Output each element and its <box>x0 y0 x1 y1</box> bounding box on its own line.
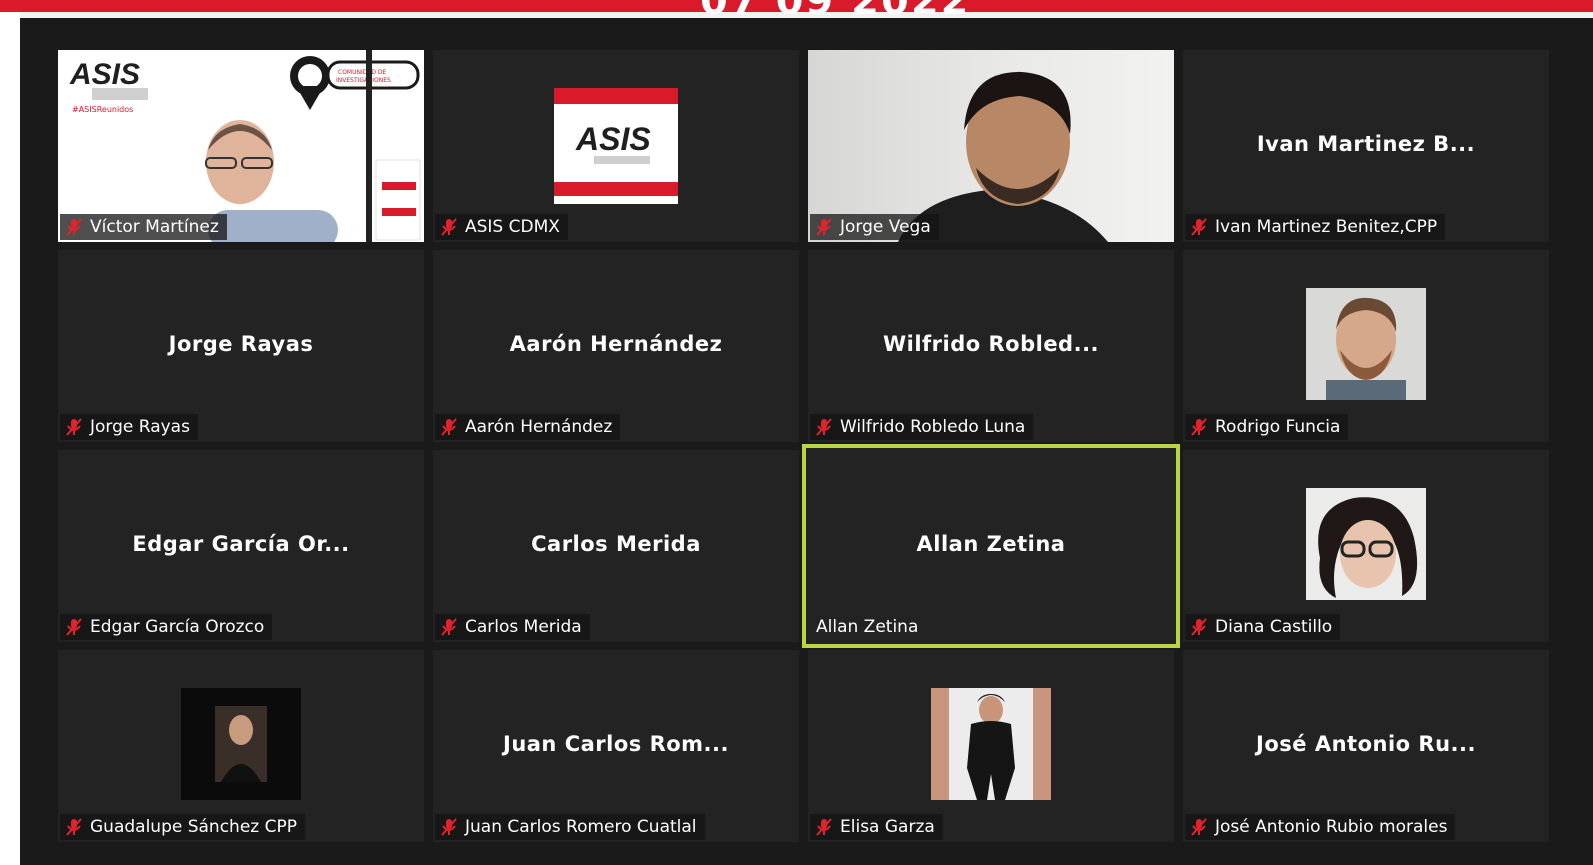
svg-text:ASIS: ASIS <box>69 58 140 91</box>
avatar <box>1306 288 1426 400</box>
participant-name-tag: Elisa Garza <box>810 814 943 840</box>
participant-tile-aaron-hernandez[interactable]: Aarón Hernández Aarón Hernández <box>433 250 799 442</box>
participant-name-tag: Edgar García Orozco <box>60 614 273 640</box>
participant-tile-rodrigo-funcia[interactable]: Rodrigo Funcia <box>1183 250 1549 442</box>
participant-name: ASIS CDMX <box>465 217 560 237</box>
participant-name: Diana Castillo <box>1215 617 1333 637</box>
muted-mic-icon <box>816 818 832 836</box>
participant-display-name: Edgar García Or... <box>132 532 350 556</box>
gallery-view: ASIS #ASISReunidos COMUNIDAD DE INVESTIG… <box>20 18 1593 865</box>
participant-tile-ivan-martinez[interactable]: Ivan Martinez B... Ivan Martinez Benitez… <box>1183 50 1549 242</box>
participant-name-tag: José Antonio Rubio morales <box>1185 814 1456 840</box>
avatar <box>931 688 1051 800</box>
avatar <box>181 688 301 800</box>
profile-photo <box>1306 288 1426 400</box>
participant-tile-wilfrido-robledo[interactable]: Wilfrido Robled... Wilfrido Robledo Luna <box>808 250 1174 442</box>
participant-tile-guadalupe-sanchez[interactable]: Guadalupe Sánchez CPP <box>58 650 424 842</box>
profile-photo <box>1306 488 1426 600</box>
participant-name-tag: Juan Carlos Romero Cuatlal <box>435 814 705 840</box>
participant-display-name: Jorge Rayas <box>168 332 314 356</box>
profile-photo <box>181 688 301 800</box>
avatar <box>1306 488 1426 600</box>
participant-display-name: Carlos Merida <box>531 532 701 556</box>
muted-mic-icon <box>66 418 82 436</box>
participant-name: Jorge Rayas <box>90 417 190 437</box>
participant-name: Víctor Martínez <box>90 217 219 237</box>
participant-name: Juan Carlos Romero Cuatlal <box>465 817 697 837</box>
participant-name-tag: Wilfrido Robledo Luna <box>810 414 1034 440</box>
participant-name-tag: Jorge Vega <box>810 214 939 240</box>
participant-display-name: José Antonio Ru... <box>1256 732 1476 756</box>
participant-name: José Antonio Rubio morales <box>1215 817 1448 837</box>
participant-tile-jorge-vega[interactable]: Jorge Vega <box>808 50 1174 242</box>
participant-display-name: Ivan Martinez B... <box>1256 132 1476 156</box>
participant-display-name: Wilfrido Robled... <box>882 332 1100 356</box>
asis-logo: ASIS <box>554 88 678 204</box>
svg-text:#ASISReunidos: #ASISReunidos <box>72 105 133 114</box>
svg-text:COMUNIDAD DE: COMUNIDAD DE <box>338 69 387 76</box>
participant-name-tag: Jorge Rayas <box>60 414 198 440</box>
participant-name-tag: Diana Castillo <box>1185 614 1341 640</box>
participant-name: Ivan Martinez Benitez,CPP <box>1215 217 1438 237</box>
svg-text:ASIS: ASIS <box>575 121 651 157</box>
muted-mic-icon <box>441 418 457 436</box>
muted-mic-icon <box>1191 218 1207 236</box>
event-banner: 07 09 2022 <box>0 0 1593 24</box>
muted-mic-icon <box>441 618 457 636</box>
participant-display-name: Allan Zetina <box>916 532 1066 556</box>
participant-name-tag: Víctor Martínez <box>60 214 227 240</box>
profile-photo <box>931 688 1051 800</box>
muted-mic-icon <box>1191 418 1207 436</box>
left-margin <box>0 12 20 865</box>
participant-name: Jorge Vega <box>840 217 931 237</box>
muted-mic-icon <box>1191 618 1207 636</box>
participant-tile-victor-martinez[interactable]: ASIS #ASISReunidos COMUNIDAD DE INVESTIG… <box>58 50 424 242</box>
participant-name: Aarón Hernández <box>465 417 613 437</box>
muted-mic-icon <box>816 418 832 436</box>
participant-tile-elisa-garza[interactable]: Elisa Garza <box>808 650 1174 842</box>
svg-text:INVESTIGACIONES: INVESTIGACIONES <box>336 77 391 84</box>
participant-tile-jorge-rayas[interactable]: Jorge Rayas Jorge Rayas <box>58 250 424 442</box>
muted-mic-icon <box>441 818 457 836</box>
muted-mic-icon <box>816 218 832 236</box>
participant-name: Rodrigo Funcia <box>1215 417 1341 437</box>
participant-name-tag: ASIS CDMX <box>435 214 568 240</box>
participant-tile-juan-carlos-romero[interactable]: Juan Carlos Rom... Juan Carlos Romero Cu… <box>433 650 799 842</box>
participant-name-tag: Aarón Hernández <box>435 414 621 440</box>
participant-name: Edgar García Orozco <box>90 617 265 637</box>
participant-tile-carlos-merida[interactable]: Carlos Merida Carlos Merida <box>433 450 799 642</box>
participant-name-tag: Guadalupe Sánchez CPP <box>60 814 305 840</box>
participant-name: Guadalupe Sánchez CPP <box>90 817 297 837</box>
participant-name-tag: Allan Zetina <box>810 614 926 640</box>
participant-name: Carlos Merida <box>465 617 582 637</box>
muted-mic-icon <box>66 618 82 636</box>
participant-name: Wilfrido Robledo Luna <box>840 417 1026 437</box>
participant-name-tag: Ivan Martinez Benitez,CPP <box>1185 214 1446 240</box>
participant-tile-jose-antonio-rubio[interactable]: José Antonio Ru... José Antonio Rubio mo… <box>1183 650 1549 842</box>
participant-display-name: Aarón Hernández <box>509 332 723 356</box>
participant-name-tag: Carlos Merida <box>435 614 590 640</box>
participant-tile-diana-castillo[interactable]: Diana Castillo <box>1183 450 1549 642</box>
muted-mic-icon <box>1191 818 1207 836</box>
muted-mic-icon <box>66 218 82 236</box>
participant-name: Elisa Garza <box>840 817 935 837</box>
participant-tile-edgar-garcia[interactable]: Edgar García Or... Edgar García Orozco <box>58 450 424 642</box>
participant-display-name: Juan Carlos Rom... <box>503 732 729 756</box>
participant-tile-allan-zetina[interactable]: Allan Zetina Allan Zetina <box>802 444 1180 648</box>
muted-mic-icon <box>66 818 82 836</box>
participant-name: Allan Zetina <box>816 617 919 637</box>
muted-mic-icon <box>441 218 457 236</box>
participant-tile-asis-cdmx[interactable]: ASIS ASIS CDMX <box>433 50 799 242</box>
participant-name-tag: Rodrigo Funcia <box>1185 414 1349 440</box>
